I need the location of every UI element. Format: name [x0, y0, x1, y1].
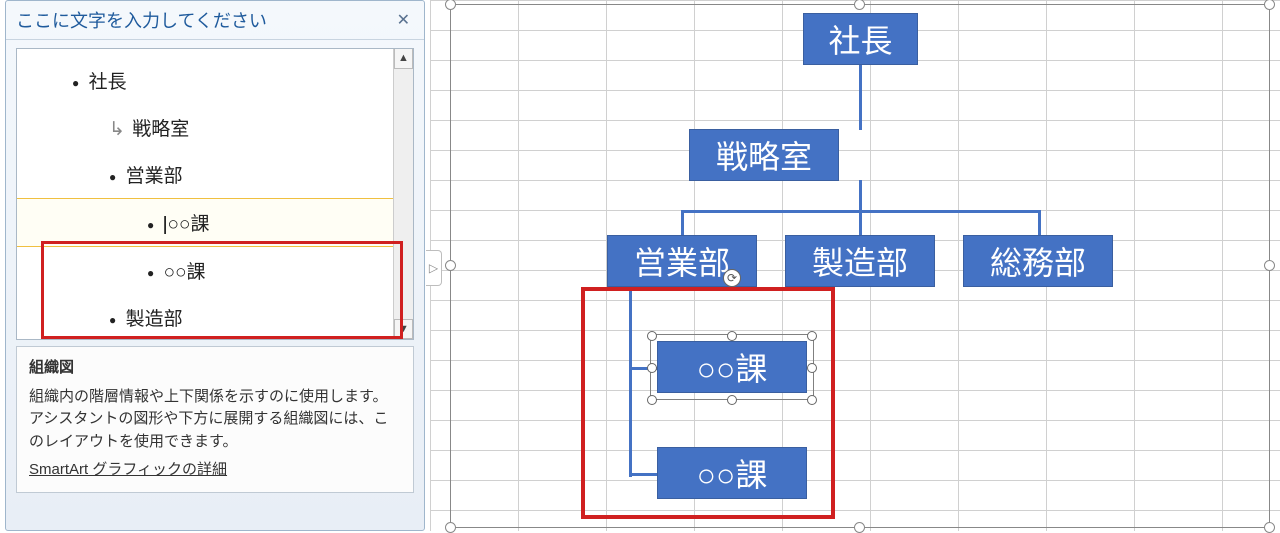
- connector: [859, 180, 862, 210]
- frame-handle[interactable]: [445, 260, 456, 271]
- connector: [629, 473, 657, 476]
- shape-handle[interactable]: [807, 395, 817, 405]
- description-panel: 組織図 組織内の階層情報や上下関係を示すのに使用します。アシスタントの図形や下方…: [16, 346, 414, 493]
- outline-item-mfg[interactable]: 製造部: [17, 294, 413, 340]
- shape-handle[interactable]: [727, 395, 737, 405]
- outline-item-sales[interactable]: 営業部: [17, 151, 413, 198]
- expand-tab-icon[interactable]: ▷: [426, 250, 442, 286]
- frame-handle[interactable]: [1264, 260, 1275, 271]
- outline-item-section1[interactable]: ○○課: [17, 198, 413, 247]
- frame-handle[interactable]: [854, 522, 865, 533]
- text-pane-title: ここに文字を入力してください: [16, 7, 267, 33]
- connector: [859, 65, 862, 130]
- node-general[interactable]: 総務部: [963, 235, 1113, 287]
- smartart-text-pane: ここに文字を入力してください ✕ 社長 戦略室 営業部 ○○課 ○○課 製造部 …: [5, 0, 425, 531]
- frame-handle[interactable]: [1264, 522, 1275, 533]
- outline-list[interactable]: 社長 戦略室 営業部 ○○課 ○○課 製造部 ▲ ▼: [16, 48, 414, 340]
- connector: [1038, 210, 1041, 235]
- close-icon[interactable]: ✕: [393, 10, 414, 30]
- node-section1[interactable]: ○○課: [657, 341, 807, 393]
- text-pane-header: ここに文字を入力してください ✕: [6, 1, 424, 40]
- scroll-down-icon[interactable]: ▼: [394, 319, 413, 339]
- frame-handle[interactable]: [854, 0, 865, 10]
- description-body: 組織内の階層情報や上下関係を示すのに使用します。アシスタントの図形や下方に展開す…: [29, 386, 401, 454]
- shape-handle[interactable]: [807, 363, 817, 373]
- smartart-details-link[interactable]: SmartArt グラフィックの詳細: [29, 459, 227, 482]
- connector: [629, 287, 632, 477]
- description-heading: 組織図: [29, 357, 401, 380]
- shape-handle[interactable]: [647, 331, 657, 341]
- connector: [681, 210, 684, 235]
- scrollbar[interactable]: ▲ ▼: [393, 49, 413, 339]
- rotate-handle-icon[interactable]: ⟳: [723, 269, 741, 287]
- shape-handle[interactable]: [647, 363, 657, 373]
- node-president[interactable]: 社長: [803, 13, 918, 65]
- outline-item-president[interactable]: 社長: [17, 57, 413, 104]
- smartart-canvas[interactable]: 社長 戦略室 営業部 製造部 総務部 ○○課 ⟳ ○○課: [450, 4, 1270, 528]
- frame-handle[interactable]: [445, 522, 456, 533]
- node-section2[interactable]: ○○課: [657, 447, 807, 499]
- shape-handle[interactable]: [647, 395, 657, 405]
- frame-handle[interactable]: [445, 0, 456, 10]
- node-strategy[interactable]: 戦略室: [689, 129, 839, 181]
- scroll-up-icon[interactable]: ▲: [394, 49, 413, 69]
- node-mfg[interactable]: 製造部: [785, 235, 935, 287]
- shape-handle[interactable]: [727, 331, 737, 341]
- shape-handle[interactable]: [807, 331, 817, 341]
- connector: [859, 210, 862, 235]
- outline-item-strategy[interactable]: 戦略室: [17, 104, 413, 151]
- outline-item-section2[interactable]: ○○課: [17, 247, 413, 294]
